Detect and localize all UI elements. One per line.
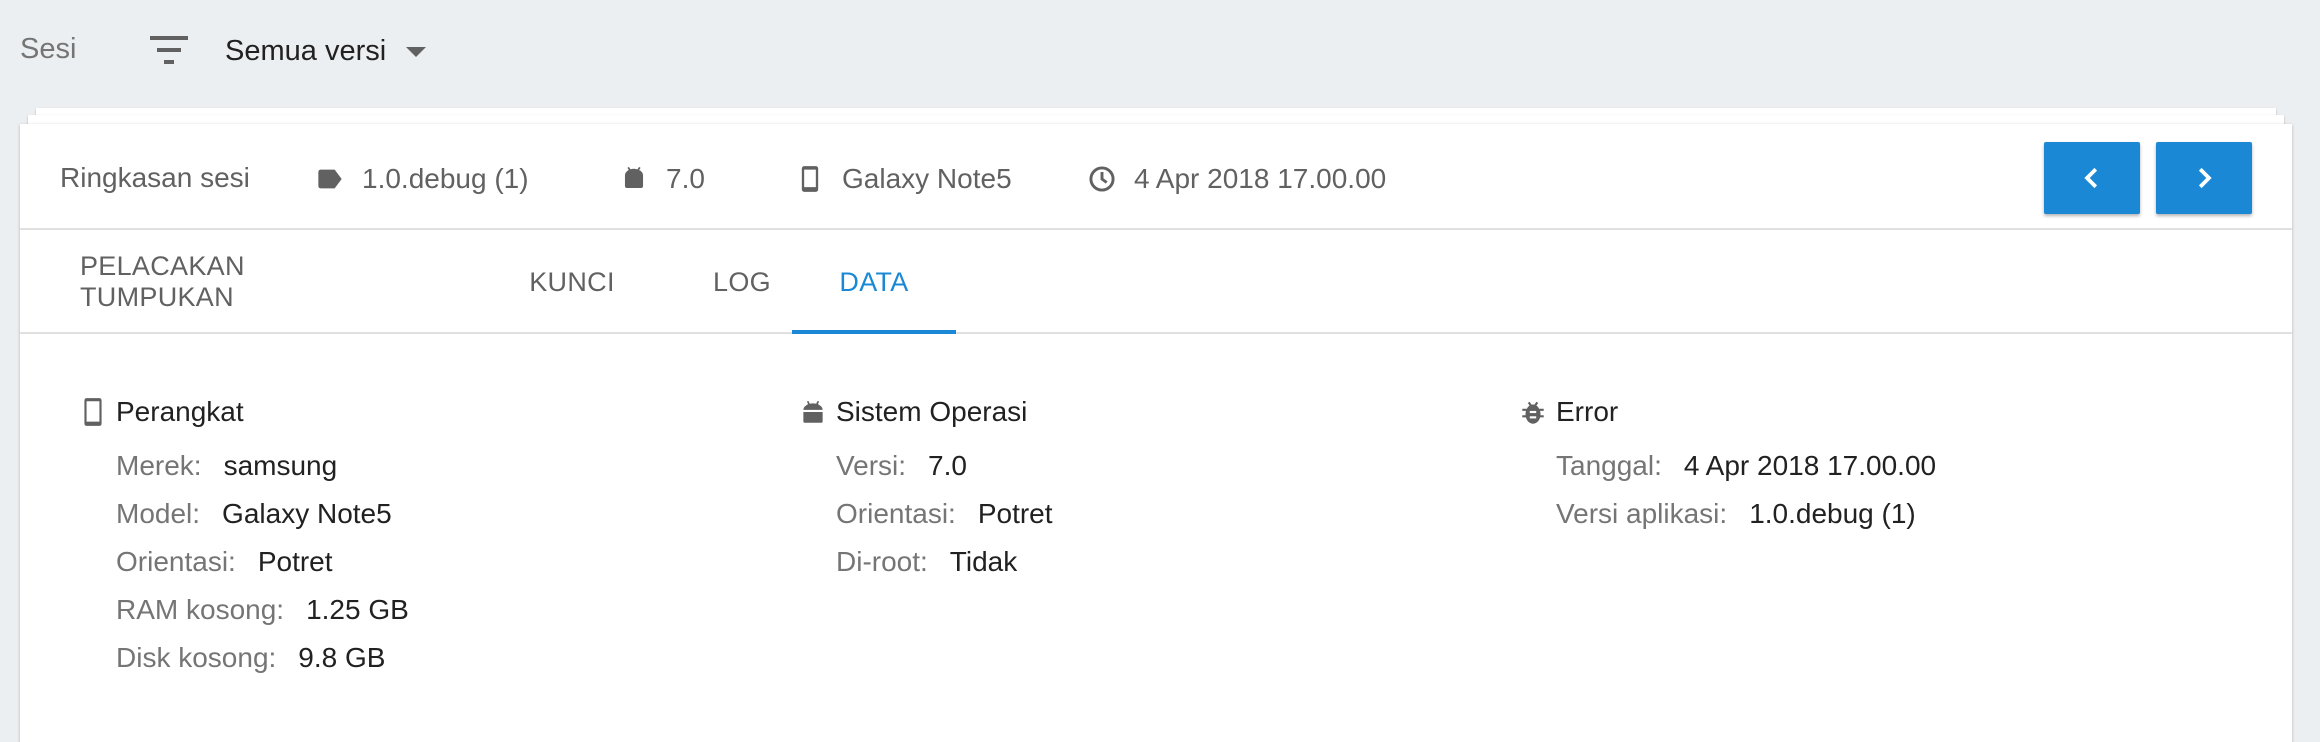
data-value: Tidak (949, 546, 1018, 577)
os-section: Sistem Operasi Versi: 7.0 Orientasi: Potre… (800, 394, 1053, 586)
data-key: Tanggal: (1556, 450, 1662, 481)
summary-version: 1.0.debug (1) (316, 162, 529, 196)
data-key: Disk kosong: (116, 642, 277, 673)
summary-device: Galaxy Note5 (796, 162, 1012, 196)
section-title: Error (1556, 396, 1619, 427)
clock-icon (1089, 166, 1115, 192)
data-row: Orientasi: Potret (116, 538, 409, 586)
android-icon (803, 400, 823, 423)
sesi-label: Sesi (20, 33, 77, 65)
dropdown-caret-icon (406, 47, 427, 57)
data-row: Merek: samsung (116, 442, 409, 490)
data-row: Tanggal: 4 Apr 2018 17.00.00 (1556, 442, 1936, 490)
version-dropdown[interactable]: Semua versi (225, 30, 427, 72)
data-key: Versi: (836, 450, 907, 481)
data-value: samsung (223, 450, 338, 481)
data-row: Versi: 7.0 (836, 442, 1053, 490)
data-value: Potret (977, 498, 1053, 529)
bug-icon (1522, 401, 1544, 424)
summary-version-text: 1.0.debug (1) (362, 163, 529, 194)
previous-session-button[interactable] (2044, 142, 2140, 214)
section-title: Perangkat (116, 396, 244, 427)
data-key: RAM kosong: (116, 594, 285, 625)
session-card: Ringkasan sesi 1.0.debug (1) 7.0 Galaxy … (20, 124, 2292, 742)
data-key: Model: (116, 498, 201, 529)
filter-icon[interactable] (150, 36, 188, 64)
data-row: Di-root: Tidak (836, 538, 1053, 586)
next-session-button[interactable] (2156, 142, 2252, 214)
summary-time-text: 4 Apr 2018 17.00.00 (1134, 163, 1387, 194)
data-key: Orientasi: (116, 546, 236, 577)
android-icon (624, 166, 644, 189)
data-value: 9.8 GB (298, 642, 386, 673)
data-value: 7.0 (928, 450, 967, 481)
data-row: RAM kosong: 1.25 GB (116, 586, 409, 634)
section-header: Perangkat (80, 394, 409, 430)
data-value: Potret (257, 546, 333, 577)
chevron-left-icon (2084, 167, 2098, 189)
error-section: Error Tanggal: 4 Apr 2018 17.00.00 Versi … (1520, 394, 1936, 538)
data-value: 1.25 GB (306, 594, 409, 625)
tab-pelacakan-tumpukan[interactable]: PELACAKAN TUMPUKAN (80, 230, 378, 334)
summary-title: Ringkasan sesi (60, 162, 250, 193)
summary-device-text: Galaxy Note5 (842, 163, 1012, 194)
chevron-right-icon (2198, 167, 2212, 189)
top-toolbar: Sesi Semua versi (0, 0, 2320, 104)
data-row: Model: Galaxy Note5 (116, 490, 409, 538)
data-value: Galaxy Note5 (222, 498, 392, 529)
tag-icon (318, 169, 342, 189)
data-value: 4 Apr 2018 17.00.00 (1683, 450, 1937, 481)
data-key: Di-root: (836, 546, 928, 577)
version-dropdown-label: Semua versi (225, 34, 387, 67)
summary-time: 4 Apr 2018 17.00.00 (1088, 162, 1386, 196)
section-header: Error (1520, 394, 1936, 430)
session-summary: Ringkasan sesi 1.0.debug (1) 7.0 Galaxy … (20, 124, 2292, 230)
phone-icon (84, 398, 102, 426)
tab-log[interactable]: LOG (678, 230, 806, 334)
section-title: Sistem Operasi (836, 396, 1028, 427)
data-key: Merek: (116, 450, 202, 481)
summary-os-text: 7.0 (666, 163, 705, 194)
data-value: 1.0.debug (1) (1749, 498, 1916, 529)
phone-icon (801, 166, 819, 192)
data-row: Orientasi: Potret (836, 490, 1053, 538)
data-key: Orientasi: (836, 498, 956, 529)
summary-os: 7.0 (620, 162, 705, 196)
data-row: Versi aplikasi: 1.0.debug (1) (1556, 490, 1936, 538)
data-row: Disk kosong: 9.8 GB (116, 634, 409, 682)
tab-bar: PELACAKAN TUMPUKAN KUNCI LOG DATA (20, 230, 2292, 334)
section-header: Sistem Operasi (800, 394, 1053, 430)
data-key: Versi aplikasi: (1556, 498, 1728, 529)
device-section: Perangkat Merek: samsung Model: Galaxy Not… (80, 394, 409, 682)
tab-data[interactable]: DATA (792, 230, 956, 334)
tab-kunci[interactable]: KUNCI (496, 230, 648, 334)
